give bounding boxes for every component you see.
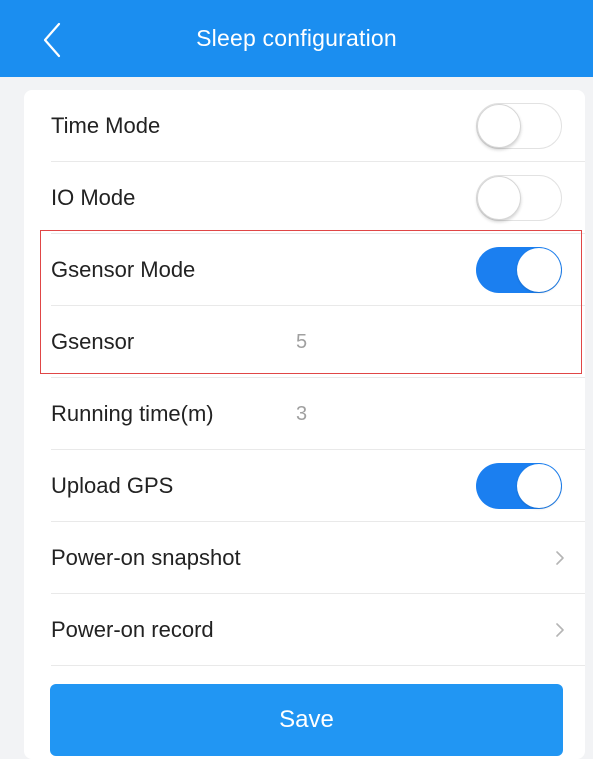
setting-row-power-on-snapshot[interactable]: Power-on snapshot <box>24 522 585 594</box>
toggle-knob <box>477 104 521 148</box>
chevron-right-icon <box>548 618 572 642</box>
running-time-label: Running time(m) <box>51 401 214 426</box>
highlight-box <box>40 230 582 374</box>
toggle-knob <box>517 464 561 508</box>
setting-row-power-on-record[interactable]: Power-on record <box>24 594 585 666</box>
upload-gps-toggle[interactable] <box>476 463 562 509</box>
chevron-right-icon <box>548 546 572 570</box>
time-mode-toggle[interactable] <box>476 103 562 149</box>
page-title: Sleep configuration <box>196 25 397 51</box>
settings-card: Time Mode IO Mode Gsensor Mode Gsensor 5… <box>24 90 585 759</box>
header-bar: Sleep configuration <box>0 0 593 77</box>
upload-gps-label: Upload GPS <box>51 473 174 498</box>
power-on-snapshot-label: Power-on snapshot <box>51 545 241 570</box>
io-mode-label: IO Mode <box>51 185 136 210</box>
running-time-value[interactable]: 3 <box>296 378 307 450</box>
row-divider <box>51 665 585 666</box>
setting-row-running-time[interactable]: Running time(m) 3 <box>24 378 585 450</box>
setting-row-io-mode: IO Mode <box>24 162 585 234</box>
time-mode-label: Time Mode <box>51 113 161 138</box>
io-mode-toggle[interactable] <box>476 175 562 221</box>
save-button[interactable]: Save <box>50 684 563 756</box>
setting-row-time-mode: Time Mode <box>24 90 585 162</box>
power-on-record-label: Power-on record <box>51 617 214 642</box>
toggle-knob <box>477 176 521 220</box>
setting-row-upload-gps: Upload GPS <box>24 450 585 522</box>
